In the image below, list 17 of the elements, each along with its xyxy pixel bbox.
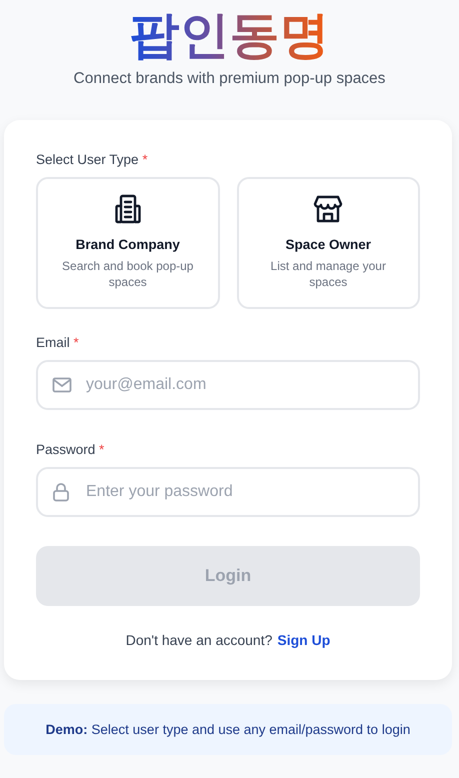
required-mark: *	[99, 442, 104, 457]
demo-note: Demo: Select user type and use any email/password to login	[4, 704, 452, 755]
required-mark: *	[142, 152, 148, 167]
field-label: Password	[36, 442, 96, 457]
required-mark: *	[74, 335, 79, 350]
email-field[interactable]: your@email.com	[36, 360, 420, 410]
tagline: Connect brands with premium pop-up spaces	[74, 70, 386, 88]
user-type-label: Select User Type	[36, 152, 139, 167]
password-field[interactable]: Enter your password	[36, 467, 420, 517]
signup-prompt: Don't have an account?	[126, 632, 272, 648]
user-type-option[interactable]: Brand Company Search and book pop-up spaces	[36, 177, 220, 309]
store-icon	[312, 193, 344, 225]
lock-icon	[52, 482, 70, 502]
field-label: Email	[36, 335, 70, 350]
user-type-option[interactable]: Space Owner List and manage your spaces	[236, 177, 420, 309]
mail-icon	[52, 376, 72, 394]
signup-link[interactable]: Sign Up	[277, 632, 330, 648]
